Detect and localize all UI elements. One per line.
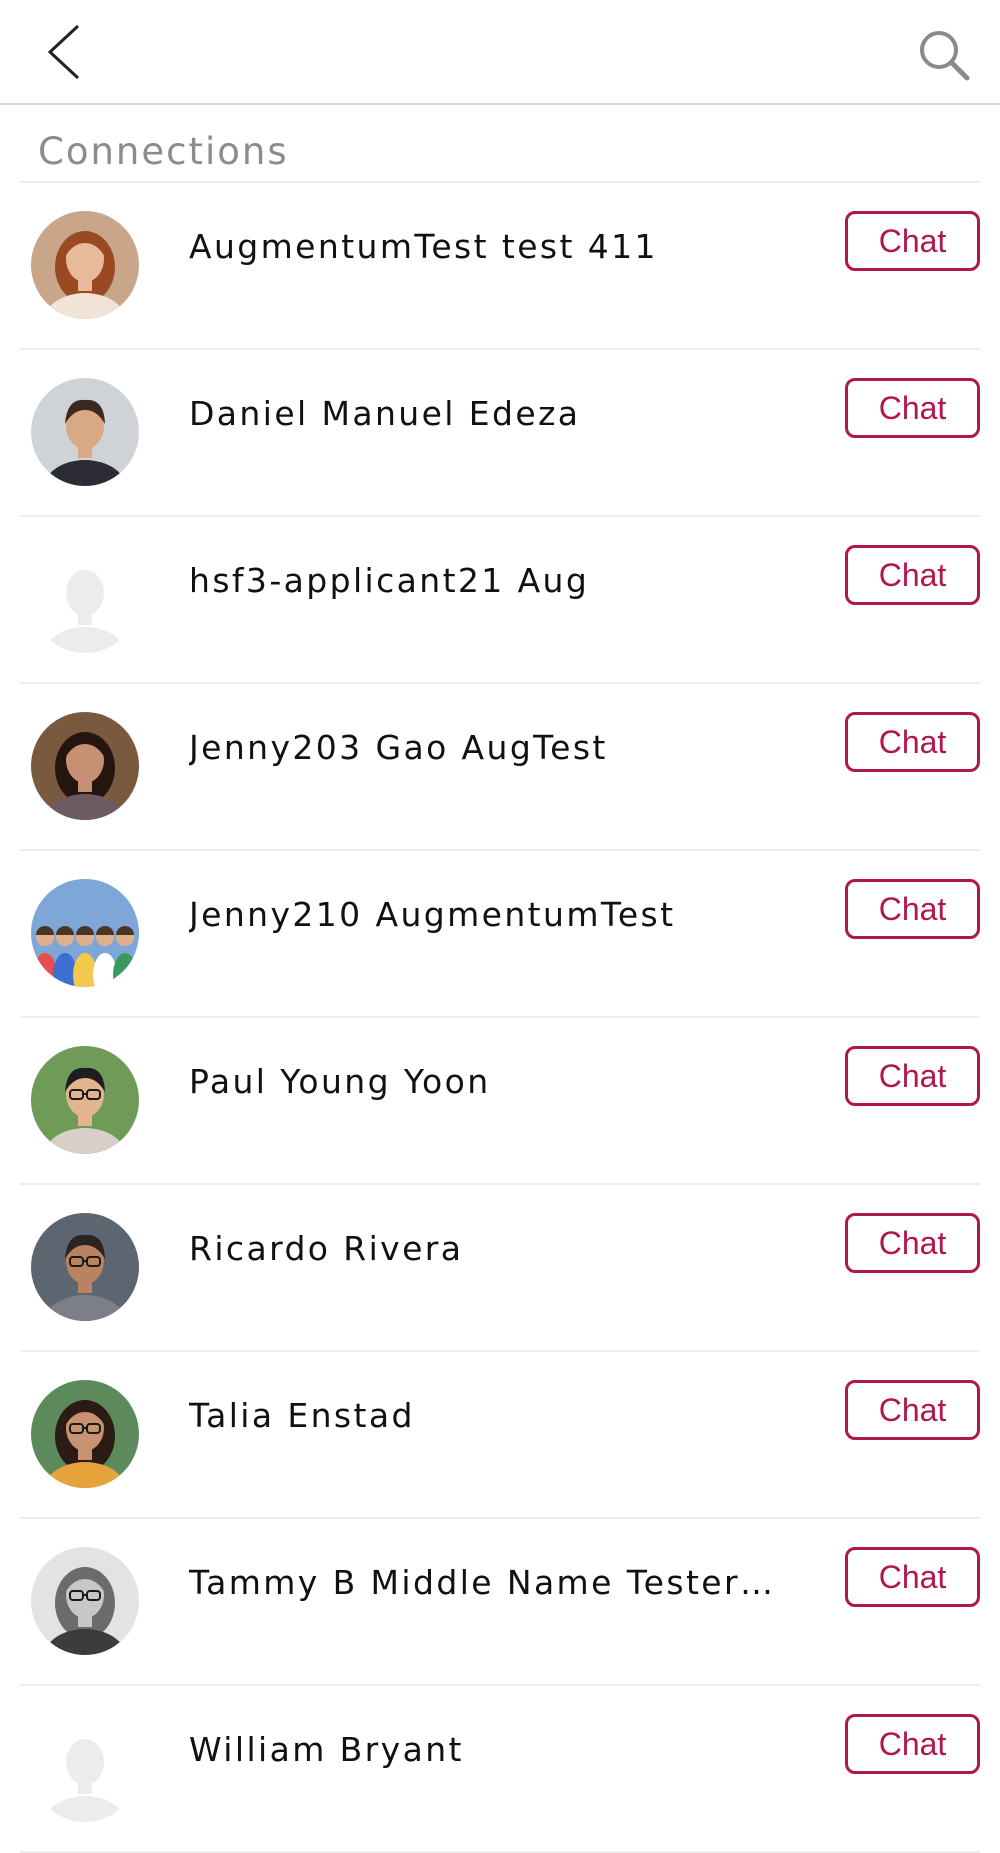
default-avatar-icon: [31, 1714, 139, 1822]
connection-row[interactable]: William Bryant Chat: [0, 1686, 1000, 1853]
connection-row[interactable]: Daniel Manuel Edeza Chat: [0, 350, 1000, 517]
connection-row[interactable]: hsf3-applicant21 Aug Chat: [0, 517, 1000, 684]
chat-button[interactable]: Chat: [845, 712, 980, 772]
chat-button[interactable]: Chat: [845, 1213, 980, 1273]
avatar-photo: [31, 712, 139, 820]
avatar: [31, 211, 139, 319]
connection-name: Talia Enstad: [189, 1396, 415, 1435]
chat-button[interactable]: Chat: [845, 1547, 980, 1607]
avatar-photo: [31, 211, 139, 319]
search-icon: [920, 31, 970, 81]
avatar-photo: [31, 1380, 139, 1488]
chat-button[interactable]: Chat: [845, 378, 980, 438]
chat-button[interactable]: Chat: [845, 1380, 980, 1440]
chat-button[interactable]: Chat: [845, 879, 980, 939]
avatar: [31, 712, 139, 820]
connection-name: Jenny203 Gao AugTest: [189, 728, 608, 767]
connection-name: Tammy B Middle Name Tester Sch...: [189, 1563, 784, 1602]
chevron-left-icon: [47, 24, 80, 80]
avatar: [31, 879, 139, 987]
avatar: [31, 1380, 139, 1488]
default-avatar-icon: [31, 545, 139, 653]
connection-row[interactable]: Tammy B Middle Name Tester Sch... Chat: [0, 1519, 1000, 1686]
avatar-photo: [31, 378, 139, 486]
avatar-photo: [31, 1046, 139, 1154]
connection-name: Paul Young Yoon: [189, 1062, 491, 1101]
avatar: [31, 545, 139, 653]
connection-row[interactable]: Jenny203 Gao AugTest Chat: [0, 684, 1000, 851]
connection-row[interactable]: AugmentumTest test 411 Chat: [0, 183, 1000, 350]
search-button[interactable]: [915, 26, 975, 86]
chat-button[interactable]: Chat: [845, 1714, 980, 1774]
connection-name: Daniel Manuel Edeza: [189, 394, 581, 433]
avatar: [31, 378, 139, 486]
avatar: [31, 1547, 139, 1655]
connection-name: Ricardo Rivera: [189, 1229, 464, 1268]
connection-name: William Bryant: [189, 1730, 464, 1769]
avatar-photo: [31, 1547, 139, 1655]
chat-button[interactable]: Chat: [845, 545, 980, 605]
chat-button[interactable]: Chat: [845, 211, 980, 271]
connection-row[interactable]: Ricardo Rivera Chat: [0, 1185, 1000, 1352]
connections-list: AugmentumTest test 411 Chat Daniel Manue…: [0, 183, 1000, 1853]
avatar: [31, 1714, 139, 1822]
avatar: [31, 1213, 139, 1321]
top-bar: [0, 0, 1000, 105]
avatar-photo: [31, 879, 139, 987]
connection-row[interactable]: Talia Enstad Chat: [0, 1352, 1000, 1519]
avatar: [31, 1046, 139, 1154]
chat-button[interactable]: Chat: [845, 1046, 980, 1106]
back-button[interactable]: [38, 20, 90, 84]
avatar-photo: [31, 1213, 139, 1321]
section-title: Connections: [38, 130, 289, 173]
connection-row[interactable]: Jenny210 AugmentumTest Chat: [0, 851, 1000, 1018]
connection-name: AugmentumTest test 411: [189, 227, 658, 266]
connection-name: Jenny210 AugmentumTest: [189, 895, 676, 934]
connection-name: hsf3-applicant21 Aug: [189, 561, 590, 600]
connection-row[interactable]: Paul Young Yoon Chat: [0, 1018, 1000, 1185]
